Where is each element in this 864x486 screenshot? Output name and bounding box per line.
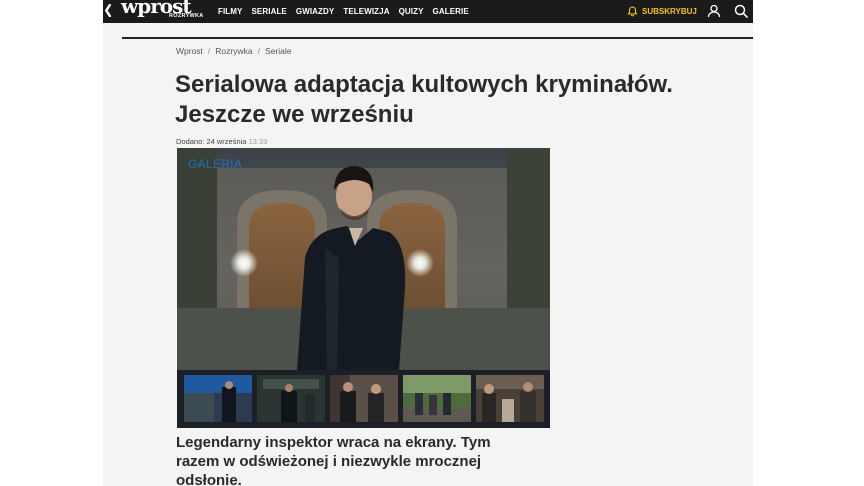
page-frame: ❮ wprost ROZRYWKA FILMY SERIALE GWIAZDY … [103,0,753,486]
nav-item-seriale[interactable]: SERIALE [252,7,287,16]
header-divider [122,37,753,39]
breadcrumb-item-rozrywka[interactable]: Rozrywka [215,46,252,56]
main-nav: FILMY SERIALE GWIAZDY TELEWIZJA QUIZY GA… [218,0,469,23]
subscribe-label: SUBSKRYBUJ [642,7,697,16]
gallery-label: GALERIA [188,157,243,171]
gallery-main-photo[interactable] [177,148,550,370]
user-icon[interactable] [706,3,722,19]
photo-gallery[interactable]: GALERIA [177,148,550,428]
date-prefix: Dodano: [176,137,205,146]
breadcrumb-item-seriale[interactable]: Seriale [265,46,291,56]
breadcrumb: Wprost / Rozrywka / Seriale [176,46,291,56]
breadcrumb-separator: / [257,46,260,56]
nav-item-telewizja[interactable]: TELEWIZJA [343,7,389,16]
gallery-thumbnail[interactable] [257,375,325,422]
nav-item-galerie[interactable]: GALERIE [433,7,469,16]
article-lede: Legendarny inspektor wraca na ekrany. Ty… [176,434,491,486]
logo-section: ROZRYWKA [169,13,204,19]
search-icon[interactable] [733,3,749,19]
subscribe-button[interactable]: SUBSKRYBUJ [627,0,697,23]
breadcrumb-item-wprost[interactable]: Wprost [176,46,203,56]
gallery-thumbnail-strip [177,370,550,428]
gallery-thumbnail[interactable] [330,375,398,422]
publish-date: 24 września [206,137,247,146]
nav-item-quizy[interactable]: QUIZY [399,7,424,16]
nav-item-filmy[interactable]: FILMY [218,7,243,16]
breadcrumb-separator: / [207,46,211,56]
gallery-thumbnail[interactable] [184,375,252,422]
article-dateline: Dodano: 24 września 13:33 [176,137,267,146]
article-title: Serialowa adaptacja kultowych kryminałów… [175,71,673,128]
nav-item-gwiazdy[interactable]: GWIAZDY [296,7,334,16]
gallery-thumbnail[interactable] [403,375,471,422]
back-arrow-icon[interactable]: ❮ [103,2,111,18]
publish-time: 13:33 [248,137,268,146]
gallery-thumbnail[interactable] [476,375,544,422]
site-logo[interactable]: wprost ROZRYWKA [121,0,203,23]
top-navigation-bar: ❮ wprost ROZRYWKA FILMY SERIALE GWIAZDY … [103,0,753,23]
bell-icon [627,6,638,17]
